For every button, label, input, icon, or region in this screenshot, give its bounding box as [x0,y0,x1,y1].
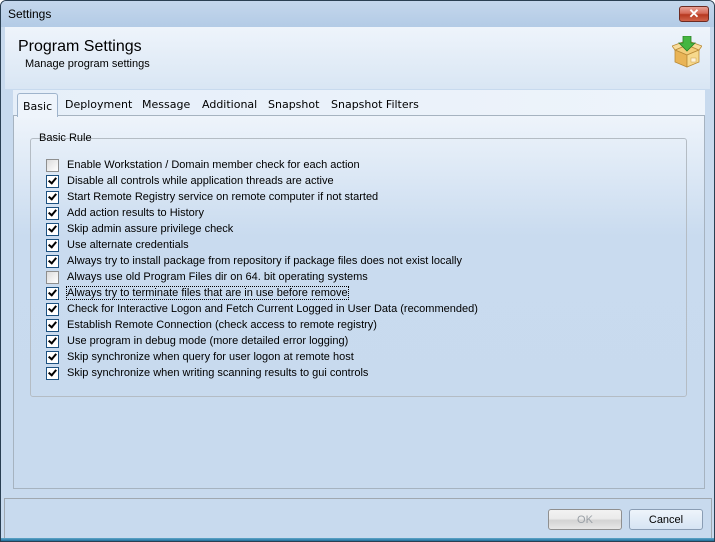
close-button[interactable]: ✕ [679,6,709,22]
checkbox-label[interactable]: Always try to install package from repos… [67,255,462,267]
checkbox-row[interactable]: Establish Remote Connection (check acces… [46,317,478,333]
tab-message[interactable]: Message [137,95,195,115]
checkbox-row[interactable]: Skip admin assure privilege check [46,221,478,237]
checkbox-checked[interactable] [46,238,59,252]
checkbox-row[interactable]: Check for Interactive Logon and Fetch Cu… [46,301,478,317]
checkbox-checked[interactable] [46,366,59,380]
checkbox-row[interactable]: Enable Workstation / Domain member check… [46,157,478,173]
checkbox-label[interactable]: Start Remote Registry service on remote … [67,191,378,203]
page-title: Program Settings [18,38,142,55]
checkbox-row[interactable]: Start Remote Registry service on remote … [46,189,478,205]
checkbox-label[interactable]: Disable all controls while application t… [67,175,334,187]
tab-additional[interactable]: Additional [197,95,262,115]
checkbox-row[interactable]: Add action results to History [46,205,478,221]
basic-tab-panel: Basic Rule Enable Workstation / Domain m… [13,115,705,489]
checkbox-row[interactable]: Always try to terminate files that are i… [46,285,478,301]
page-subtitle: Manage program settings [25,58,150,70]
checkbox-row[interactable]: Always use old Program Files dir on 64. … [46,269,478,285]
tab-snapshot[interactable]: Snapshot [263,95,324,115]
checkbox-label[interactable]: Establish Remote Connection (check acces… [67,319,377,331]
title-bar[interactable]: Settings ✕ [1,1,714,27]
checkbox-checked[interactable] [46,222,59,236]
tab-snapshot-filters[interactable]: Snapshot Filters [326,95,424,115]
checkbox-label[interactable]: Check for Interactive Logon and Fetch Cu… [67,303,478,315]
checkbox-label[interactable]: Skip synchronize when writing scanning r… [67,367,368,379]
checkbox-row[interactable]: Always try to install package from repos… [46,253,478,269]
checkbox-label[interactable]: Enable Workstation / Domain member check… [67,159,360,171]
checkbox-checked[interactable] [46,206,59,220]
checkbox-unchecked[interactable] [46,270,59,284]
checkbox-label[interactable]: Skip admin assure privilege check [67,223,233,235]
checkbox-checked[interactable] [46,286,59,300]
window-bottom-border [1,538,714,541]
package-download-icon [672,36,702,68]
checkbox-label[interactable]: Use alternate credentials [67,239,189,251]
checkbox-checked[interactable] [46,190,59,204]
checkbox-row[interactable]: Skip synchronize when query for user log… [46,349,478,365]
cancel-button[interactable]: Cancel [629,509,703,530]
group-label: Basic Rule [39,132,92,144]
option-list: Enable Workstation / Domain member check… [46,157,478,381]
checkbox-label[interactable]: Use program in debug mode (more detailed… [67,335,348,347]
checkbox-checked[interactable] [46,318,59,332]
checkbox-label[interactable]: Skip synchronize when query for user log… [67,351,354,363]
checkbox-checked[interactable] [46,174,59,188]
checkbox-checked[interactable] [46,302,59,316]
basic-rule-group: Basic Rule Enable Workstation / Domain m… [30,132,687,397]
checkbox-row[interactable]: Skip synchronize when writing scanning r… [46,365,478,381]
checkbox-unchecked[interactable] [46,158,59,172]
checkbox-checked[interactable] [46,254,59,268]
checkbox-checked[interactable] [46,350,59,364]
settings-header: Program Settings Manage program settings [5,27,710,89]
window-title: Settings [8,7,52,21]
checkbox-row[interactable]: Use program in debug mode (more detailed… [46,333,478,349]
ok-button[interactable]: OK [548,509,622,530]
checkbox-row[interactable]: Use alternate credentials [46,237,478,253]
tab-basic[interactable]: Basic [17,93,59,117]
checkbox-label[interactable]: Add action results to History [67,207,204,219]
settings-window: Settings ✕ Program Settings Manage progr… [0,0,715,542]
checkbox-label[interactable]: Always try to terminate files that are i… [66,286,349,300]
tab-deployment[interactable]: Deployment [60,95,137,115]
checkbox-row[interactable]: Disable all controls while application t… [46,173,478,189]
checkbox-label[interactable]: Always use old Program Files dir on 64. … [67,271,368,283]
checkbox-checked[interactable] [46,334,59,348]
close-icon: ✕ [688,6,700,21]
tab-strip: Basic Deployment Message Additional Snap… [13,90,705,117]
